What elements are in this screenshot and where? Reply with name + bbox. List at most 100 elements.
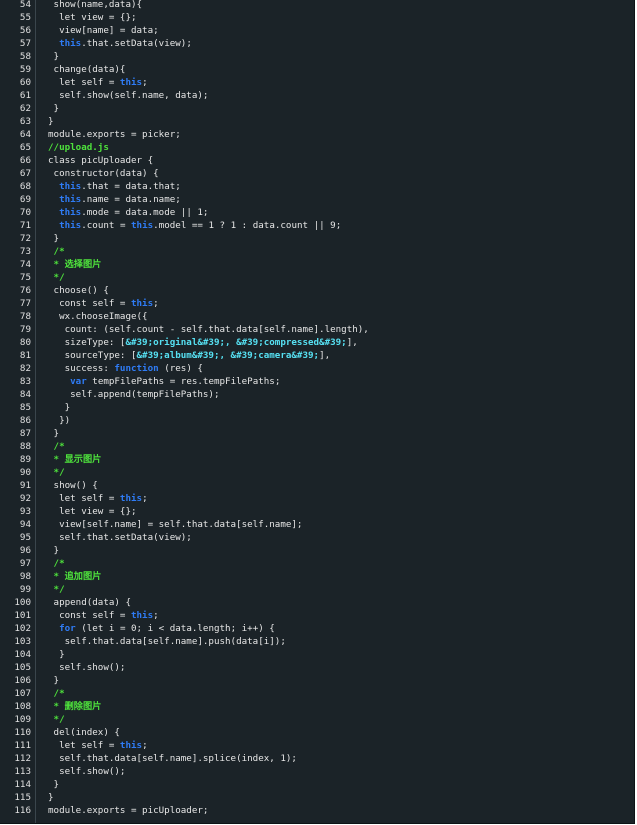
line-number: 85 (19, 402, 31, 413)
code-text: */ (48, 271, 65, 284)
comment-token: */ (48, 272, 65, 283)
code-token: const self = (48, 298, 131, 309)
comment-token: */ (48, 584, 65, 595)
code-token: (let i = 0; i < data.length; i++) { (75, 623, 275, 634)
keyword-token: this (119, 740, 143, 751)
keyword-token: var (70, 376, 87, 387)
code-token: let self = (48, 493, 120, 504)
comment-token: * 选择图片 (48, 259, 102, 270)
code-line: 64 module.exports = picker; (0, 128, 634, 141)
code-token: del(index) { (48, 727, 120, 738)
code-text: this.that = data.that; (48, 180, 181, 193)
code-token: count: (self.count - self.that.data[self… (48, 324, 369, 335)
code-line: 111 let self = this; (0, 739, 634, 752)
code-text: view[name] = data; (48, 24, 159, 37)
code-text: } (48, 648, 65, 661)
code-line: 90 */ (0, 466, 634, 479)
code-token: .that.setData(view); (81, 38, 192, 49)
code-line: 107 /* (0, 687, 634, 700)
code-line: 88 /* (0, 440, 634, 453)
code-token: self.that.data[self.name].push(data[i]); (48, 636, 286, 647)
line-number: 96 (19, 545, 31, 556)
code-line: 98 * 追加图片 (0, 570, 634, 583)
line-number: 63 (19, 116, 31, 127)
code-text: */ (48, 583, 65, 596)
code-text: var tempFilePaths = res.tempFilePaths; (48, 375, 280, 388)
code-text: * 删除图片 (48, 700, 102, 713)
line-number: 61 (19, 90, 31, 101)
code-text: choose() { (48, 284, 109, 297)
code-line: 83 var tempFilePaths = res.tempFilePaths… (0, 375, 634, 388)
code-text: this.name = data.name; (48, 193, 181, 206)
code-editor[interactable]: 54 show(name,data){55 let view = {}; 56 v… (0, 0, 635, 824)
line-number: 103 (14, 636, 31, 647)
code-token: ; (153, 298, 159, 309)
code-token: let view = {}; (48, 12, 137, 23)
code-token: append(data) { (48, 597, 131, 608)
code-token: .model == 1 ? 1 : data.count || 9; (153, 220, 342, 231)
code-text: self.show(); (48, 765, 125, 778)
code-line: 60 let self = this; (0, 76, 634, 89)
keyword-token: this (130, 610, 154, 621)
line-number: 102 (14, 623, 31, 634)
code-token: } (48, 779, 60, 790)
code-text: let self = this; (48, 76, 148, 89)
code-line: 86 }) (0, 414, 634, 427)
line-number: 87 (19, 428, 31, 439)
code-text: module.exports = picUploader; (48, 804, 208, 817)
code-text: self.show(); (48, 661, 125, 674)
code-text: self.that.data[self.name].push(data[i]); (48, 635, 286, 648)
code-line: 99 */ (0, 583, 634, 596)
code-token: wx.chooseImage({ (48, 311, 148, 322)
code-token: ; (142, 493, 148, 504)
code-text: } (48, 50, 60, 63)
line-number: 72 (19, 233, 31, 244)
keyword-token: this (59, 220, 82, 231)
code-line: 96 } (0, 544, 634, 557)
code-text: this.mode = data.mode || 1; (48, 206, 208, 219)
code-token: } (48, 233, 60, 244)
code-token: self.show(); (48, 766, 126, 777)
code-text: self.that.setData(view); (48, 531, 192, 544)
line-number: 80 (19, 337, 31, 348)
code-token: } (48, 649, 65, 660)
code-token: self.that.data[self.name].splice(index, … (48, 753, 297, 764)
code-token: choose() { (48, 285, 109, 296)
code-line: 63} (0, 115, 634, 128)
code-line: 100 append(data) { (0, 596, 634, 609)
line-number: 93 (19, 506, 31, 517)
code-line: 78 wx.chooseImage({ (0, 310, 634, 323)
code-text: self.append(tempFilePaths); (48, 388, 219, 401)
code-line: 113 self.show(); (0, 765, 634, 778)
keyword-token: for (59, 623, 76, 634)
code-line: 74 * 选择图片 (0, 258, 634, 271)
code-text: count: (self.count - self.that.data[self… (48, 323, 369, 336)
code-line: 65 //upload.js (0, 141, 634, 154)
keyword-token: this (59, 207, 82, 218)
line-number: 115 (14, 792, 31, 803)
code-line: 55 let view = {}; (0, 11, 634, 24)
code-text: this.count = this.model == 1 ? 1 : data.… (48, 219, 341, 232)
code-token: ], (346, 337, 358, 348)
code-line: 56 view[name] = data; (0, 24, 634, 37)
code-line: 109 */ (0, 713, 634, 726)
line-number: 89 (19, 454, 31, 465)
line-number: 82 (19, 363, 31, 374)
code-line: 92 let self = this; (0, 492, 634, 505)
code-line: 67 constructor(data) { (0, 167, 634, 180)
code-token: } (48, 545, 60, 556)
code-text: const self = this; (48, 297, 159, 310)
code-line: 66 class picUploader { (0, 154, 634, 167)
code-text: self.show(self.name, data); (48, 89, 208, 102)
code-line: 81 sourceType: [&#39;album&#39;, &#39;ca… (0, 349, 634, 362)
code-line: 71 this.count = this.model == 1 ? 1 : da… (0, 219, 634, 232)
code-text: class picUploader { (48, 154, 153, 167)
code-line: 95 self.that.setData(view); (0, 531, 634, 544)
code-text: let self = this; (48, 739, 148, 752)
string-token: &#39;album&#39;, &#39;camera&#39; (136, 350, 320, 361)
code-line: 57 this.that.setData(view); (0, 37, 634, 50)
code-token: show(name,data){ (48, 0, 143, 10)
line-number: 60 (19, 77, 31, 88)
code-token: view[self.name] = self.that.data[self.na… (48, 519, 303, 530)
